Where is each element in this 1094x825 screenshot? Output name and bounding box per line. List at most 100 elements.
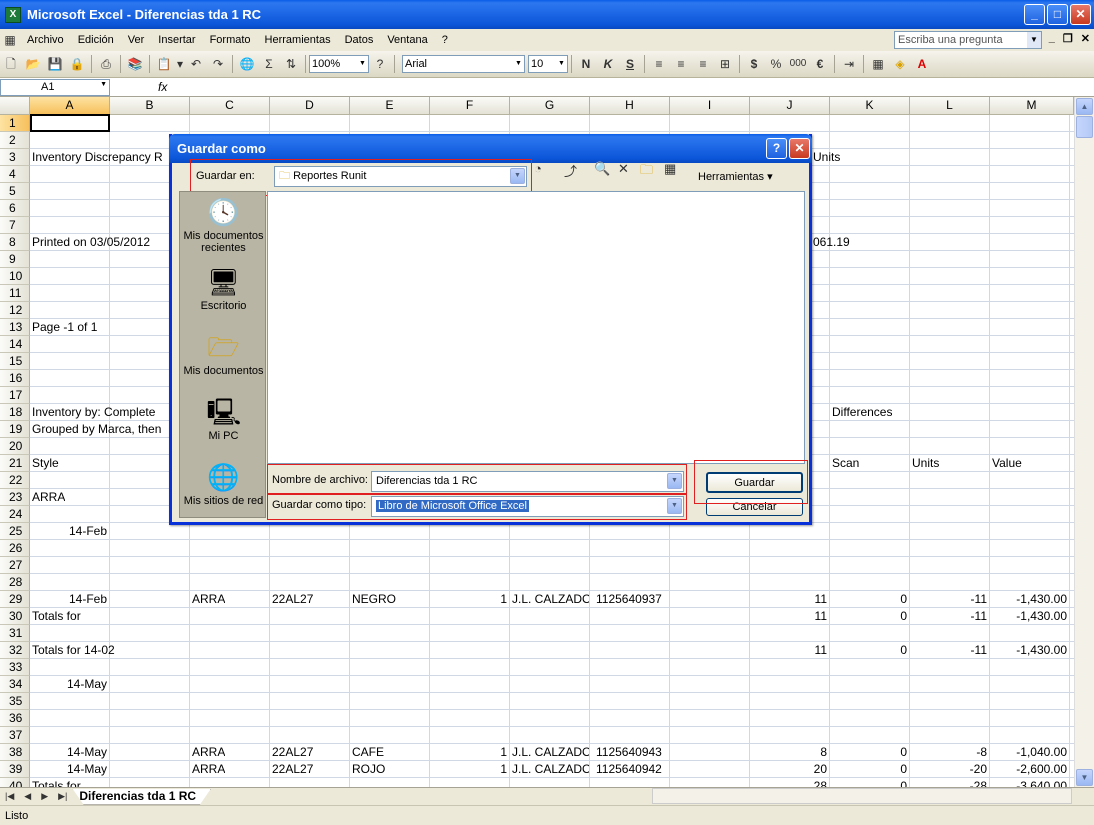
row-header[interactable]: 10 — [0, 268, 30, 285]
horizontal-scrollbar[interactable] — [652, 788, 1072, 804]
percent-button[interactable]: % — [765, 54, 787, 74]
cell-a8[interactable]: Printed on 03/05/2012 — [32, 234, 150, 251]
cell-a30[interactable]: Totals for — [32, 608, 81, 625]
thousands-button[interactable]: 000 — [787, 54, 809, 74]
cell-h38[interactable]: 1125640943 — [596, 744, 662, 761]
row-header[interactable]: 1 — [0, 115, 30, 132]
back-icon[interactable]: ◔ — [534, 161, 542, 176]
cell-l30[interactable]: -11 — [910, 608, 987, 625]
row-header[interactable]: 4 — [0, 166, 30, 183]
cell-a18[interactable]: Inventory by: Complete — [32, 404, 155, 421]
row-header[interactable]: 39 — [0, 761, 30, 778]
place-desktop[interactable]: 🖥 Escritorio — [180, 266, 267, 312]
row-header[interactable]: 17 — [0, 387, 30, 404]
column-header[interactable]: M — [990, 97, 1074, 115]
cell-e39[interactable]: ROJO — [352, 761, 385, 778]
row-header[interactable]: 3 — [0, 149, 30, 166]
chevron-down-icon[interactable]: ▼ — [667, 473, 682, 489]
maximize-button[interactable]: □ — [1047, 4, 1068, 25]
row-header[interactable]: 18 — [0, 404, 30, 421]
print-icon[interactable]: ⎙ — [95, 54, 117, 74]
cancel-button[interactable]: Cancelar — [706, 498, 803, 516]
scroll-up-button[interactable]: ▲ — [1076, 98, 1093, 115]
vertical-scrollbar[interactable]: ▲ ▼ — [1074, 97, 1094, 787]
row-header[interactable]: 35 — [0, 693, 30, 710]
cell-a40[interactable]: Totals for — [32, 778, 81, 787]
cell-j38[interactable]: 8 — [750, 744, 827, 761]
cell-k8[interactable]: 061.19 — [813, 234, 850, 251]
ask-question-box[interactable]: Escriba una pregunta ▼ — [894, 31, 1042, 49]
row-header[interactable]: 7 — [0, 217, 30, 234]
row-header[interactable]: 22 — [0, 472, 30, 489]
paste-icon[interactable]: 📋 — [153, 54, 175, 74]
row-header[interactable]: 6 — [0, 200, 30, 217]
cell-f38[interactable]: 1 — [430, 744, 507, 761]
cell-k38[interactable]: 0 — [830, 744, 907, 761]
cell-a21[interactable]: Style — [32, 455, 59, 472]
help-icon[interactable]: ? — [369, 54, 391, 74]
cell-l38[interactable]: -8 — [910, 744, 987, 761]
chevron-down-icon[interactable]: ▼ — [667, 498, 682, 514]
place-my-computer[interactable]: 🖳 Mi PC — [180, 396, 267, 442]
column-header[interactable]: D — [270, 97, 350, 115]
row-header[interactable]: 33 — [0, 659, 30, 676]
cell-a25[interactable]: 14-Feb — [30, 523, 107, 540]
row-header[interactable]: 30 — [0, 608, 30, 625]
menu-insertar[interactable]: Insertar — [151, 34, 202, 46]
menu-datos[interactable]: Datos — [338, 34, 381, 46]
row-header[interactable]: 21 — [0, 455, 30, 472]
cell-m21[interactable]: Value — [992, 455, 1022, 472]
next-sheet-icon[interactable]: ▶ — [36, 791, 53, 802]
font-size-select[interactable]: 10 ▼ — [528, 55, 568, 73]
cell-l29[interactable]: -11 — [910, 591, 987, 608]
prev-sheet-icon[interactable]: ◀ — [19, 791, 36, 802]
cell-a38[interactable]: 14-May — [30, 744, 107, 761]
cell-c38[interactable]: ARRA — [192, 744, 225, 761]
cell-j39[interactable]: 20 — [750, 761, 827, 778]
cell-k21[interactable]: Scan — [832, 455, 859, 472]
active-cell-a1[interactable] — [30, 114, 110, 132]
new-icon[interactable]: 🗋 — [0, 54, 22, 74]
fx-icon[interactable]: fx — [158, 80, 167, 94]
delete-icon[interactable]: ✕ — [618, 161, 629, 177]
row-header[interactable]: 38 — [0, 744, 30, 761]
row-header[interactable]: 31 — [0, 625, 30, 642]
workbook-minimize-button[interactable]: _ — [1049, 32, 1055, 45]
font-select[interactable]: Arial ▼ — [402, 55, 525, 73]
cell-h29[interactable]: 1125640937 — [596, 591, 662, 608]
column-header[interactable]: E — [350, 97, 430, 115]
cell-a32[interactable]: Totals for 14-02 — [32, 642, 115, 659]
column-header[interactable]: H — [590, 97, 670, 115]
row-header[interactable]: 32 — [0, 642, 30, 659]
filetype-select[interactable]: Libro de Microsoft Office Excel ▼ — [371, 496, 684, 517]
italic-button[interactable]: K — [597, 54, 619, 74]
save-button[interactable]: Guardar — [706, 472, 803, 493]
scroll-thumb[interactable] — [1076, 116, 1093, 138]
column-header[interactable]: J — [750, 97, 830, 115]
column-header[interactable]: B — [110, 97, 190, 115]
row-header[interactable]: 16 — [0, 370, 30, 387]
row-header[interactable]: 8 — [0, 234, 30, 251]
row-header[interactable]: 20 — [0, 438, 30, 455]
fill-color-icon[interactable]: ◈ — [889, 54, 911, 74]
last-sheet-icon[interactable]: ▶| — [53, 791, 72, 802]
row-header[interactable]: 2 — [0, 132, 30, 149]
cell-a13[interactable]: Page -1 of 1 — [32, 319, 97, 336]
cell-m29[interactable]: -1,430.00 — [990, 591, 1067, 608]
cell-a23[interactable]: ARRA — [32, 489, 65, 506]
hyperlink-icon[interactable]: 🌐 — [236, 54, 258, 74]
cell-c39[interactable]: ARRA — [192, 761, 225, 778]
cell-d29[interactable]: 22AL27 — [272, 591, 313, 608]
cell-k39[interactable]: 0 — [830, 761, 907, 778]
row-header[interactable]: 29 — [0, 591, 30, 608]
row-header[interactable]: 25 — [0, 523, 30, 540]
cell-k3[interactable]: Units — [813, 149, 840, 166]
select-all-corner[interactable] — [0, 97, 30, 115]
row-header[interactable]: 37 — [0, 727, 30, 744]
redo-icon[interactable]: ↷ — [207, 54, 229, 74]
row-header[interactable]: 26 — [0, 540, 30, 557]
align-right-icon[interactable]: ≡ — [692, 54, 714, 74]
search-web-icon[interactable]: 🔍 — [594, 161, 610, 177]
cell-a39[interactable]: 14-May — [30, 761, 107, 778]
row-header[interactable]: 23 — [0, 489, 30, 506]
